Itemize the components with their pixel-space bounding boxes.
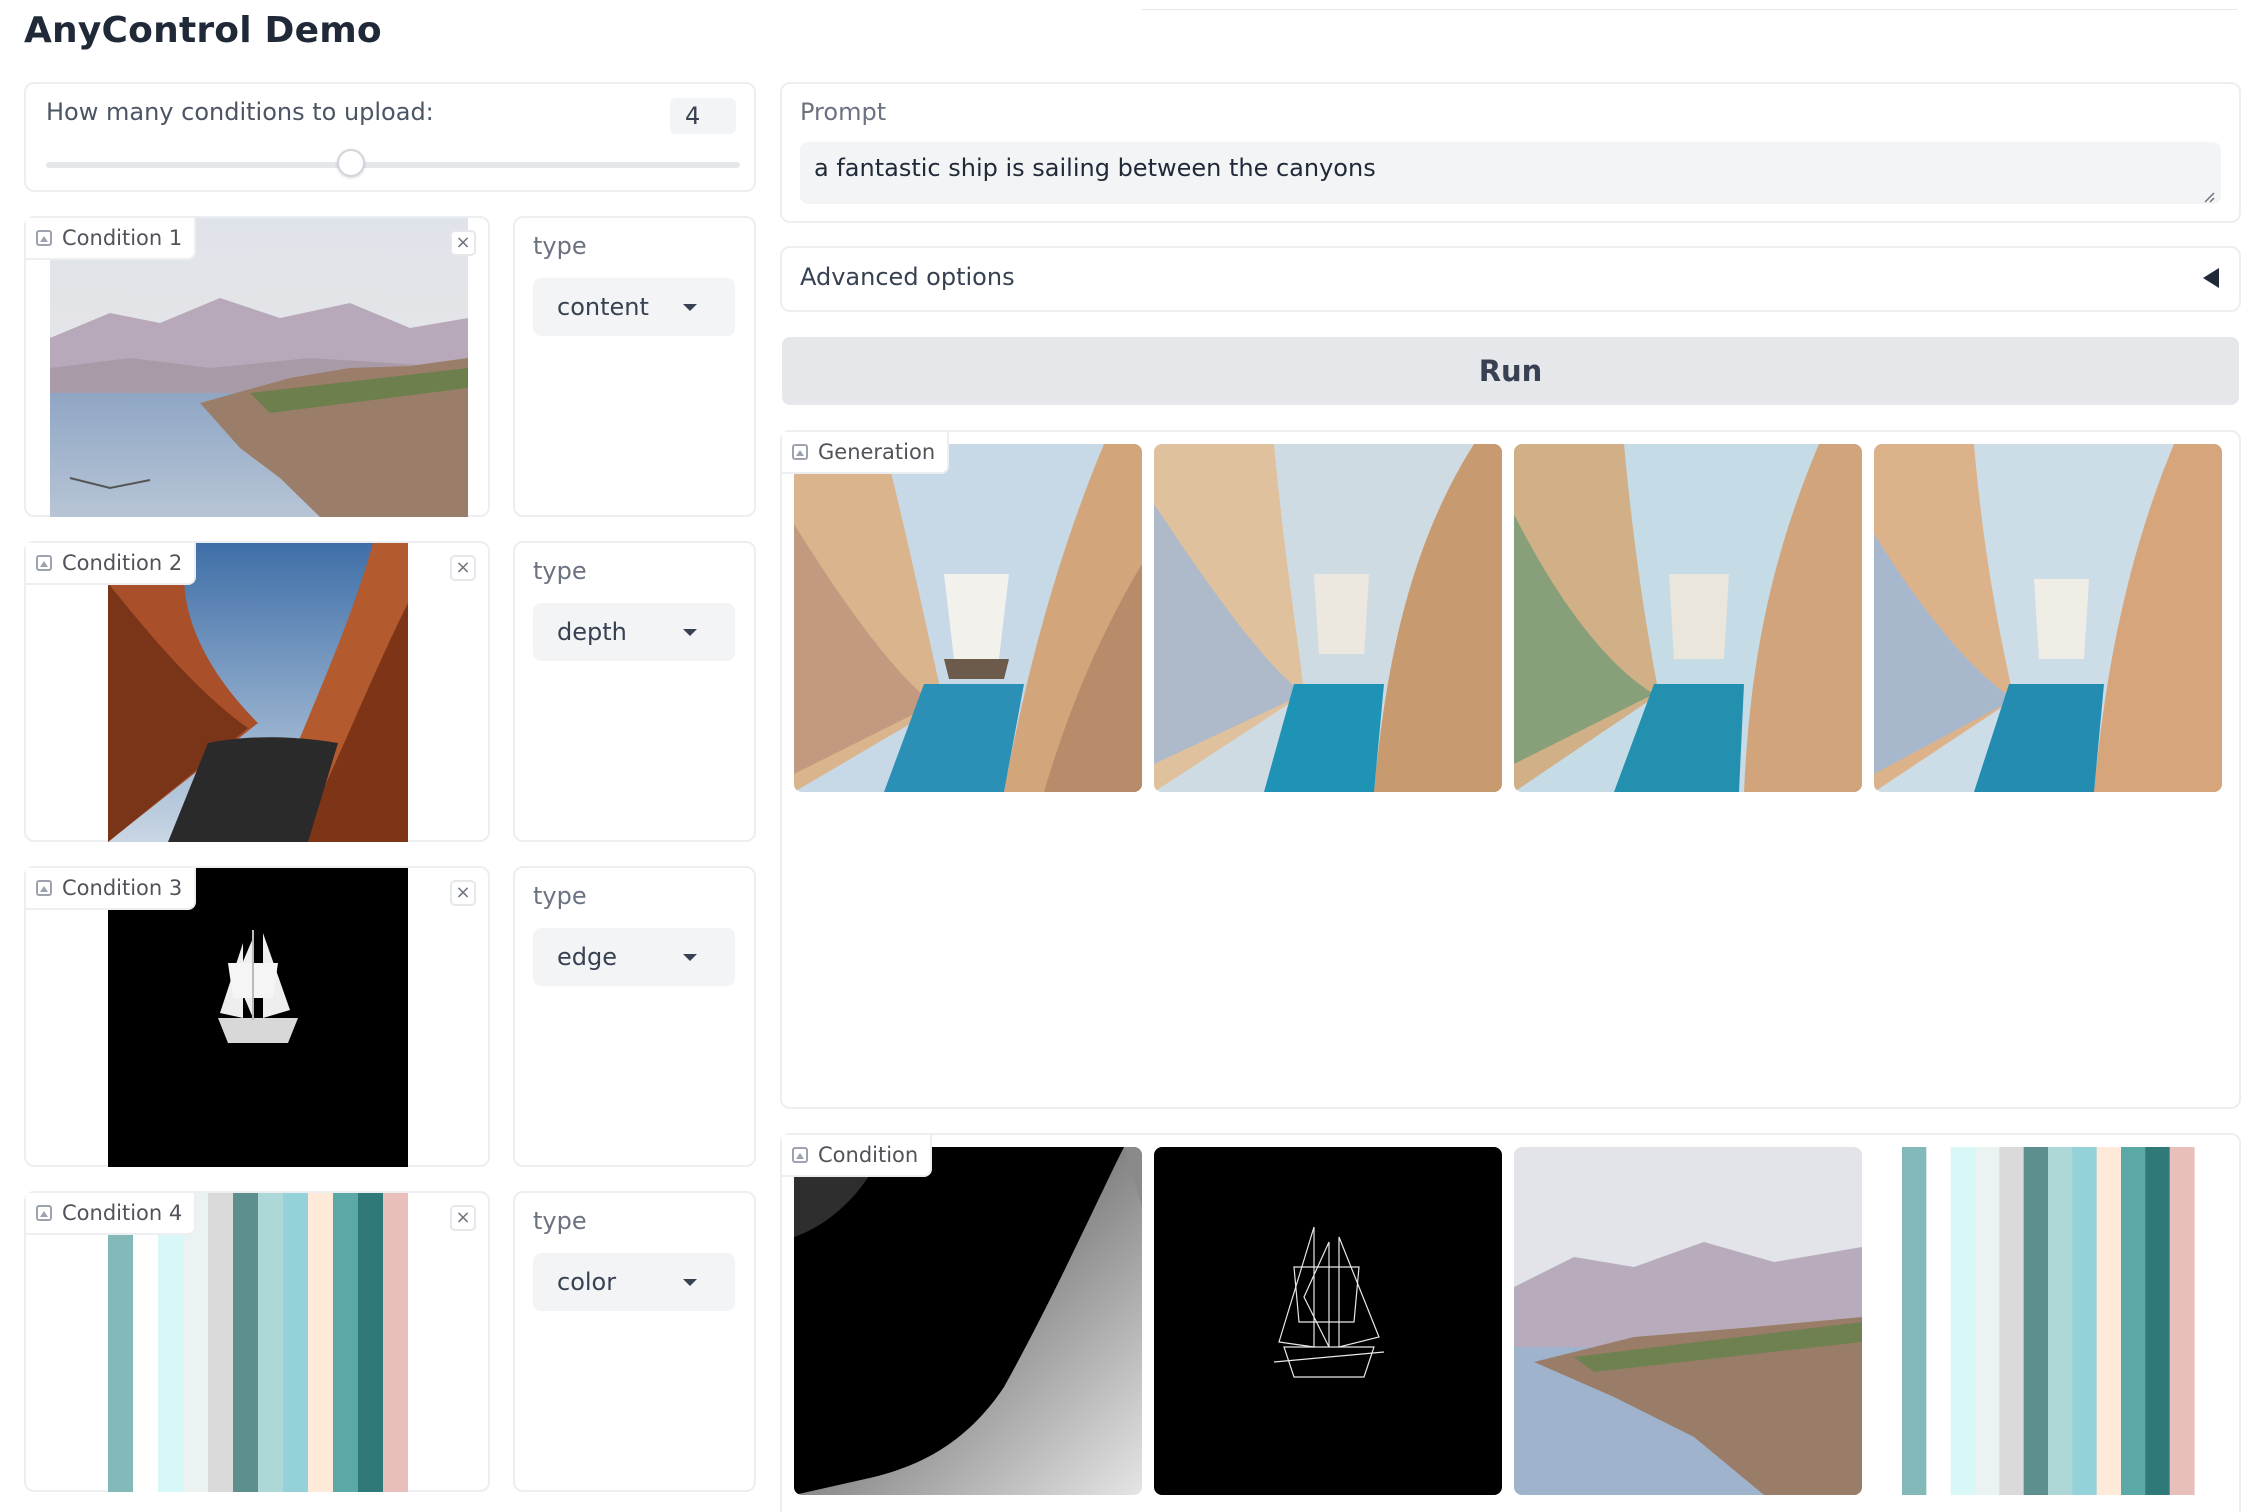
color-stripe xyxy=(258,1193,284,1492)
prompt-panel: Prompt a fantastic ship is sailing betwe… xyxy=(780,82,2241,223)
condition-2-type-dropdown[interactable]: depth xyxy=(533,603,735,661)
color-stripe xyxy=(158,1193,184,1492)
app-title: AnyControl Demo xyxy=(24,10,382,51)
type-label: type xyxy=(533,232,587,260)
color-stripe xyxy=(2072,1147,2098,1495)
collapse-arrow-icon[interactable] xyxy=(2203,268,2219,288)
color-stripe xyxy=(2048,1147,2073,1495)
color-stripe xyxy=(1926,1147,1952,1495)
condition-1-image xyxy=(50,218,468,517)
generation-image-2[interactable] xyxy=(1154,444,1502,792)
prompt-label: Prompt xyxy=(800,98,887,126)
condition-2-type-panel: type depth xyxy=(513,541,756,842)
condition-gallery-label: Condition xyxy=(782,1135,933,1177)
top-divider xyxy=(1142,9,2237,10)
generation-image-3[interactable] xyxy=(1514,444,1862,792)
color-stripe xyxy=(2023,1147,2049,1495)
resize-handle-icon[interactable] xyxy=(2203,191,2215,203)
condition-4-image xyxy=(108,1193,408,1492)
condition-1-label: Condition 1 xyxy=(26,218,197,260)
color-stripe xyxy=(2096,1147,2122,1495)
condition-3-image-panel[interactable]: Condition 3 × xyxy=(24,866,490,1167)
condition-depth-map[interactable] xyxy=(794,1147,1142,1495)
image-icon xyxy=(792,444,808,460)
color-stripe xyxy=(1975,1147,2000,1495)
condition-1-type-panel: type content xyxy=(513,216,756,517)
chevron-down-icon xyxy=(683,629,697,636)
image-icon xyxy=(36,880,52,896)
color-stripe xyxy=(2169,1147,2195,1495)
run-button[interactable]: Run xyxy=(782,337,2239,405)
color-stripe xyxy=(1999,1147,2025,1495)
color-stripe xyxy=(333,1193,359,1492)
color-stripe xyxy=(2145,1147,2171,1495)
close-button[interactable]: × xyxy=(450,555,476,581)
generation-gallery: Generation xyxy=(780,430,2241,1109)
color-stripe xyxy=(383,1193,408,1492)
condition-2-image-panel[interactable]: Condition 2 × xyxy=(24,541,490,842)
condition-4-label: Condition 4 xyxy=(26,1193,197,1235)
condition-2-image xyxy=(108,543,408,842)
color-stripe xyxy=(1902,1147,1927,1495)
color-stripe xyxy=(358,1193,384,1492)
image-icon xyxy=(36,1205,52,1221)
color-stripe xyxy=(308,1193,334,1492)
close-button[interactable]: × xyxy=(450,880,476,906)
condition-1-type-dropdown[interactable]: content xyxy=(533,278,735,336)
chevron-down-icon xyxy=(683,1279,697,1286)
color-stripe xyxy=(233,1193,259,1492)
color-stripe xyxy=(208,1193,234,1492)
image-icon xyxy=(36,230,52,246)
slider-label: How many conditions to upload: xyxy=(46,98,434,126)
chevron-down-icon xyxy=(683,304,697,311)
close-button[interactable]: × xyxy=(450,230,476,256)
condition-4-type-dropdown[interactable]: color xyxy=(533,1253,735,1311)
condition-4-image-panel[interactable]: Condition 4 × xyxy=(24,1191,490,1492)
conditions-count-slider-panel: How many conditions to upload: 4 xyxy=(24,82,756,192)
advanced-options-label: Advanced options xyxy=(800,263,1015,291)
image-icon xyxy=(36,555,52,571)
color-stripe xyxy=(133,1193,159,1492)
conditions-count-input[interactable]: 4 xyxy=(670,98,736,134)
condition-1-image-panel[interactable]: Condition 1 × xyxy=(24,216,490,517)
condition-3-type-dropdown[interactable]: edge xyxy=(533,928,735,986)
chevron-down-icon xyxy=(683,954,697,961)
color-stripe xyxy=(108,1193,134,1492)
condition-3-label: Condition 3 xyxy=(26,868,197,910)
condition-2-label: Condition 2 xyxy=(26,543,197,585)
close-button[interactable]: × xyxy=(450,1205,476,1231)
type-label: type xyxy=(533,882,587,910)
condition-gallery: Condition xyxy=(780,1133,2241,1512)
condition-edge-map[interactable] xyxy=(1154,1147,1502,1495)
color-stripe xyxy=(1950,1147,1976,1495)
color-stripe xyxy=(2121,1147,2146,1495)
generation-label: Generation xyxy=(782,432,950,474)
condition-content-image[interactable] xyxy=(1514,1147,1862,1495)
type-label: type xyxy=(533,1207,587,1235)
color-stripe xyxy=(283,1193,309,1492)
condition-color-image[interactable] xyxy=(1874,1147,2222,1495)
prompt-textarea[interactable]: a fantastic ship is sailing between the … xyxy=(800,142,2221,204)
color-stripe xyxy=(183,1193,209,1492)
slider-track[interactable] xyxy=(46,149,740,177)
condition-4-type-panel: type color xyxy=(513,1191,756,1492)
condition-3-type-panel: type edge xyxy=(513,866,756,1167)
condition-3-image xyxy=(108,868,408,1167)
image-icon xyxy=(792,1147,808,1163)
type-label: type xyxy=(533,557,587,585)
advanced-options-accordion[interactable]: Advanced options xyxy=(780,246,2241,312)
generation-image-1[interactable] xyxy=(794,444,1142,792)
slider-thumb[interactable] xyxy=(337,149,365,177)
generation-image-4[interactable] xyxy=(1874,444,2222,792)
